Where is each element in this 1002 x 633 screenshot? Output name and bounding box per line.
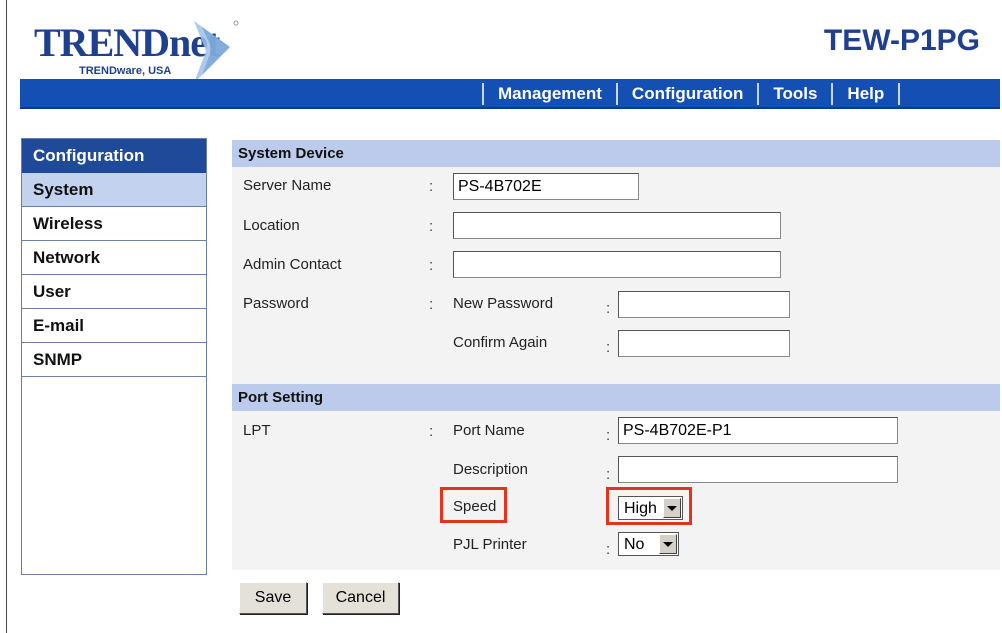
location-input[interactable] bbox=[453, 212, 781, 239]
pjl-printer-label: PJL Printer bbox=[453, 536, 527, 553]
model-name: TEW-P1PG bbox=[823, 24, 980, 57]
trendnet-logo: TRENDnet TRENDware, USA bbox=[34, 15, 239, 83]
logo-arrow-icon bbox=[194, 20, 239, 83]
top-nav-items: Management Configuration Tools Help bbox=[482, 79, 901, 109]
sidebar-title: Configuration bbox=[22, 139, 206, 173]
chevron-down-icon[interactable] bbox=[663, 498, 681, 518]
server-name-input[interactable] bbox=[453, 173, 639, 200]
confirm-again-label: Confirm Again bbox=[453, 334, 548, 351]
nav-tools[interactable]: Tools bbox=[759, 79, 831, 109]
colon: : bbox=[429, 218, 434, 235]
sidebar-item-network[interactable]: Network bbox=[22, 241, 206, 275]
new-password-input[interactable] bbox=[618, 291, 790, 318]
pjl-select-value: No bbox=[624, 535, 645, 553]
sidebar-item-wireless[interactable]: Wireless bbox=[22, 207, 206, 241]
colon: : bbox=[429, 178, 434, 195]
description-input[interactable] bbox=[618, 456, 898, 483]
port-name-label: Port Name bbox=[453, 422, 525, 439]
confirm-password-input[interactable] bbox=[618, 330, 790, 357]
cancel-button[interactable]: Cancel bbox=[322, 582, 399, 614]
chevron-down-icon[interactable] bbox=[659, 534, 677, 554]
section-port-setting: Port Setting bbox=[232, 384, 1000, 411]
colon: : bbox=[429, 423, 434, 440]
nav-management[interactable]: Management bbox=[484, 79, 616, 109]
save-button[interactable]: Save bbox=[239, 582, 307, 614]
nav-help[interactable]: Help bbox=[833, 79, 898, 109]
colon: : bbox=[429, 257, 434, 274]
main-panel: System Device Server Name : Location : A… bbox=[232, 140, 1000, 570]
colon: : bbox=[606, 339, 611, 356]
port-name-input[interactable] bbox=[618, 417, 898, 444]
sidebar-item-system[interactable]: System bbox=[22, 173, 206, 207]
nav-configuration[interactable]: Configuration bbox=[618, 79, 757, 109]
top-nav-bar: Management Configuration Tools Help bbox=[20, 79, 1000, 109]
section-system-device: System Device bbox=[232, 140, 1000, 167]
sidebar: Configuration System Wireless Network Us… bbox=[21, 138, 207, 575]
lpt-label: LPT bbox=[243, 422, 271, 439]
speed-select-value: High bbox=[624, 499, 657, 517]
description-label: Description bbox=[453, 461, 529, 478]
sidebar-item-email[interactable]: E-mail bbox=[22, 309, 206, 343]
nav-separator bbox=[898, 83, 901, 105]
sidebar-item-user[interactable]: User bbox=[22, 275, 206, 309]
sidebar-item-snmp[interactable]: SNMP bbox=[22, 343, 206, 377]
password-label: Password bbox=[243, 295, 309, 312]
location-label: Location bbox=[243, 217, 300, 234]
new-password-label: New Password bbox=[453, 295, 554, 312]
speed-select[interactable]: High bbox=[618, 496, 683, 520]
speed-label: Speed bbox=[453, 498, 497, 515]
admin-contact-label: Admin Contact bbox=[243, 256, 342, 273]
pjl-printer-select[interactable]: No bbox=[618, 532, 679, 556]
colon: : bbox=[606, 427, 611, 444]
colon: : bbox=[429, 296, 434, 313]
colon: : bbox=[606, 466, 611, 483]
colon: : bbox=[606, 300, 611, 317]
server-name-label: Server Name bbox=[243, 177, 332, 194]
logo-subtext: TRENDware, USA bbox=[79, 65, 172, 77]
admin-contact-input[interactable] bbox=[453, 251, 781, 278]
colon: : bbox=[606, 541, 611, 558]
